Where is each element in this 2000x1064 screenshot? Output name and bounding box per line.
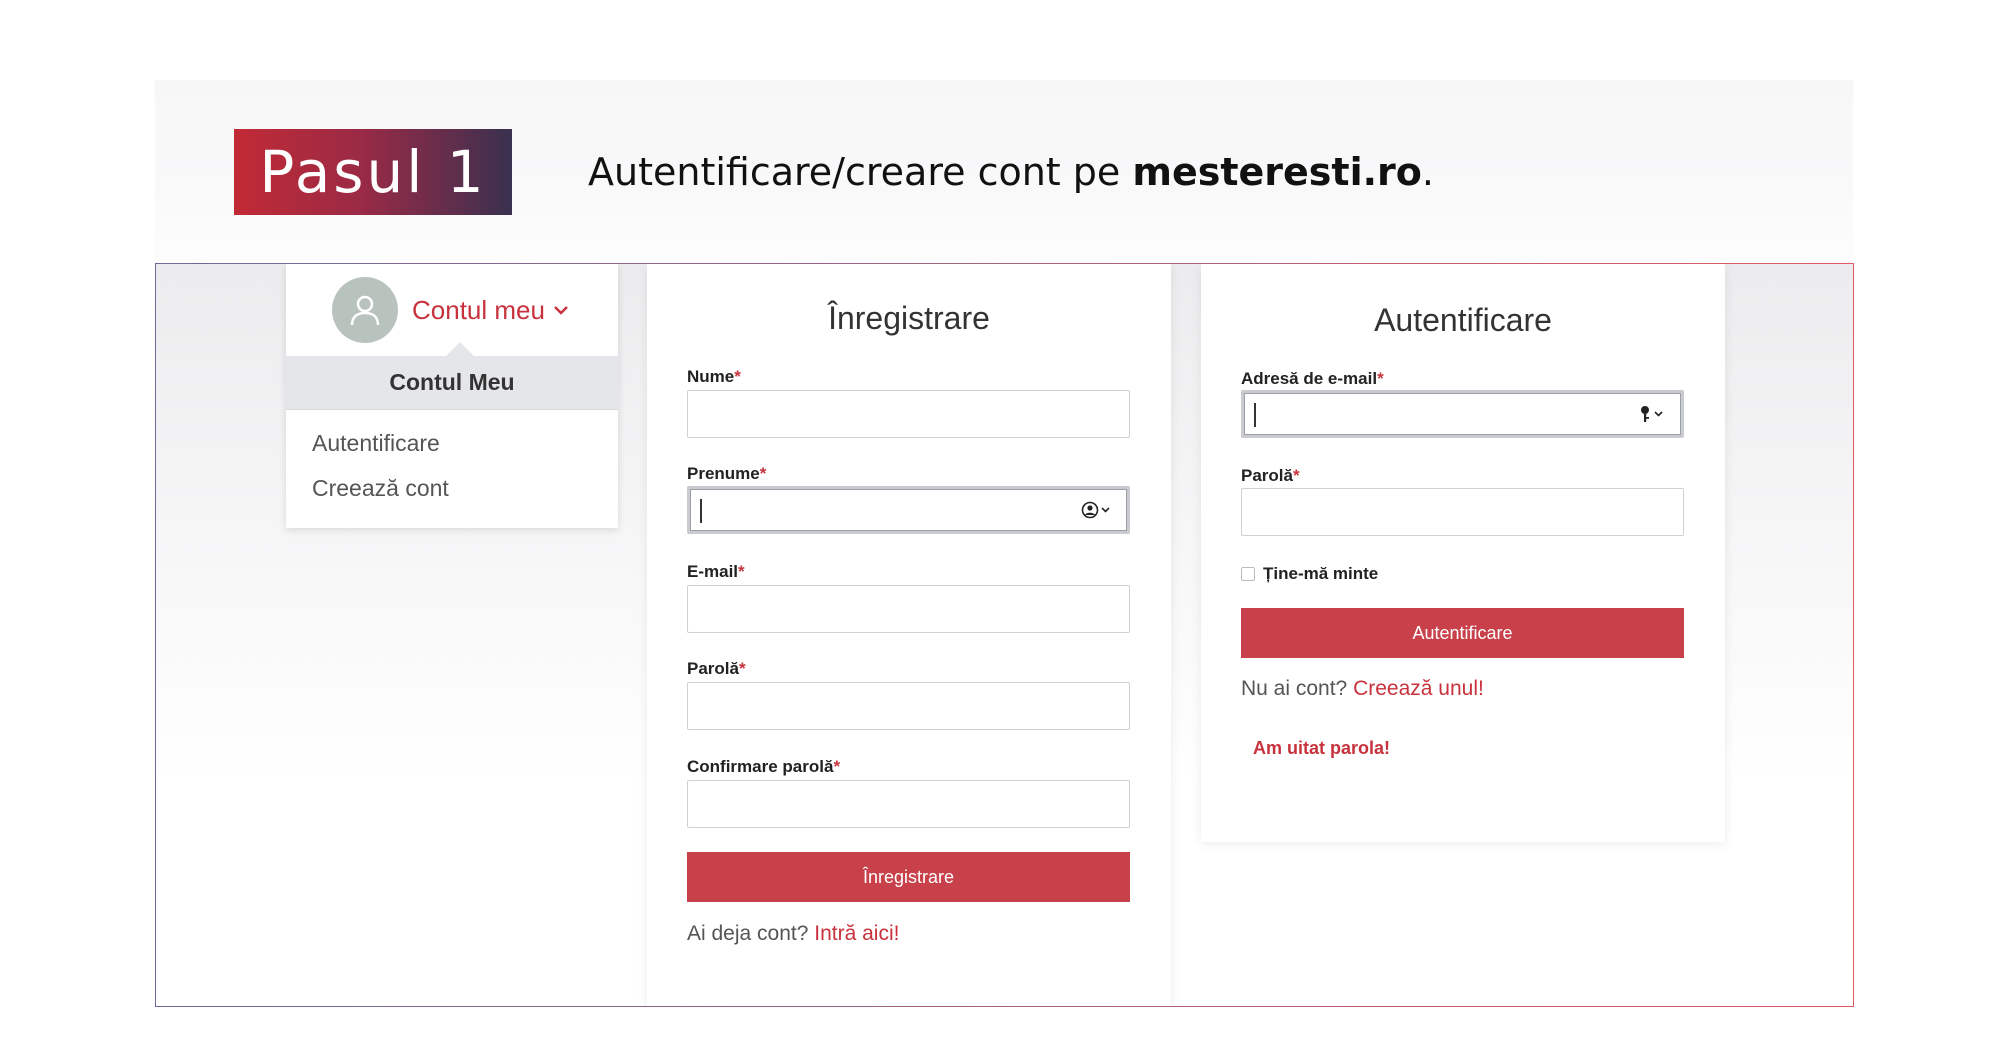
text-caret	[700, 499, 702, 523]
step-badge: Pasul 1	[234, 129, 512, 215]
field-label-text: Parolă	[687, 659, 739, 678]
nume-input[interactable]	[687, 390, 1130, 438]
required-mark: *	[734, 367, 741, 386]
chevron-down-icon	[553, 304, 569, 316]
text-caret	[1254, 403, 1256, 427]
login-button[interactable]: Autentificare	[1241, 608, 1684, 658]
menu-item-autentificare[interactable]: Autentificare	[312, 430, 440, 457]
required-mark: *	[1377, 369, 1384, 388]
login-title: Autentificare	[1374, 302, 1552, 338]
register-title: Înregistrare	[828, 300, 990, 336]
field-label-nume: Nume*	[687, 367, 741, 387]
step-caption-text: Autentificare/creare cont pe	[588, 150, 1133, 194]
field-label-text: E-mail	[687, 562, 739, 581]
register-panel: Înregistrare Nume* Prenume* E-mail* Paro…	[647, 264, 1171, 1006]
step-caption-domain: mesteresti.ro	[1132, 150, 1422, 194]
create-account-link[interactable]: Creează unul!	[1353, 677, 1484, 700]
menu-pointer	[446, 342, 474, 356]
step-caption: Autentificare/creare cont pe mesteresti.…	[588, 146, 1434, 198]
login-prompt: Ai deja cont? Intră aici!	[687, 922, 899, 946]
remember-me-checkbox[interactable]	[1241, 567, 1255, 581]
account-menu-label: Contul meu	[412, 294, 545, 325]
login-email-input[interactable]	[1241, 390, 1684, 438]
field-label-email: Adresă de e-mail*	[1241, 369, 1384, 389]
login-link[interactable]: Intră aici!	[814, 922, 899, 945]
field-label-text: Prenume	[687, 464, 760, 483]
field-label-email: E-mail*	[687, 562, 745, 582]
required-mark: *	[759, 464, 767, 483]
forgot-password-link[interactable]: Am uitat parola!	[1253, 738, 1390, 759]
menu-item-creeaza-cont[interactable]: Creează cont	[312, 475, 449, 502]
login-prompt-text: Ai deja cont?	[687, 922, 815, 945]
person-circle-autofill-icon[interactable]	[1081, 500, 1113, 520]
register-button[interactable]: Înregistrare	[687, 852, 1130, 902]
login-password-input[interactable]	[1241, 488, 1684, 536]
screenshot-frame: Contul meu Contul Meu Autentificare Cree…	[155, 263, 1854, 1007]
email-input[interactable]	[687, 585, 1130, 633]
register-prompt-text: Nu ai cont?	[1241, 677, 1354, 700]
required-mark: *	[738, 659, 746, 678]
required-mark: *	[833, 757, 841, 776]
field-label-prenume: Prenume*	[687, 464, 766, 484]
step-caption-suffix: .	[1421, 150, 1434, 194]
field-label-text: Adresă de e-mail	[1241, 369, 1378, 388]
remember-me-label[interactable]: Ține-mă minte	[1263, 564, 1378, 584]
prenume-input[interactable]	[687, 486, 1130, 534]
key-autofill-icon[interactable]	[1639, 404, 1667, 424]
required-mark: *	[1292, 466, 1300, 485]
field-label-confirmare-parola: Confirmare parolă*	[687, 757, 840, 777]
login-panel: Autentificare Adresă de e-mail* Parolă* …	[1201, 264, 1725, 842]
required-mark: *	[738, 562, 745, 581]
user-icon	[347, 292, 383, 328]
avatar	[332, 277, 398, 343]
account-menu: Contul meu Contul Meu Autentificare Cree…	[286, 264, 618, 528]
register-prompt: Nu ai cont? Creează unul!	[1241, 677, 1484, 701]
confirm-password-input[interactable]	[687, 780, 1130, 828]
account-menu-header: Contul Meu	[286, 356, 618, 410]
field-label-parola: Parolă*	[1241, 466, 1300, 486]
field-label-text: Nume	[687, 367, 735, 386]
password-input[interactable]	[687, 682, 1130, 730]
field-label-text: Parolă	[1241, 466, 1293, 485]
field-label-parola: Parolă*	[687, 659, 746, 679]
field-label-text: Confirmare parolă	[687, 757, 834, 776]
